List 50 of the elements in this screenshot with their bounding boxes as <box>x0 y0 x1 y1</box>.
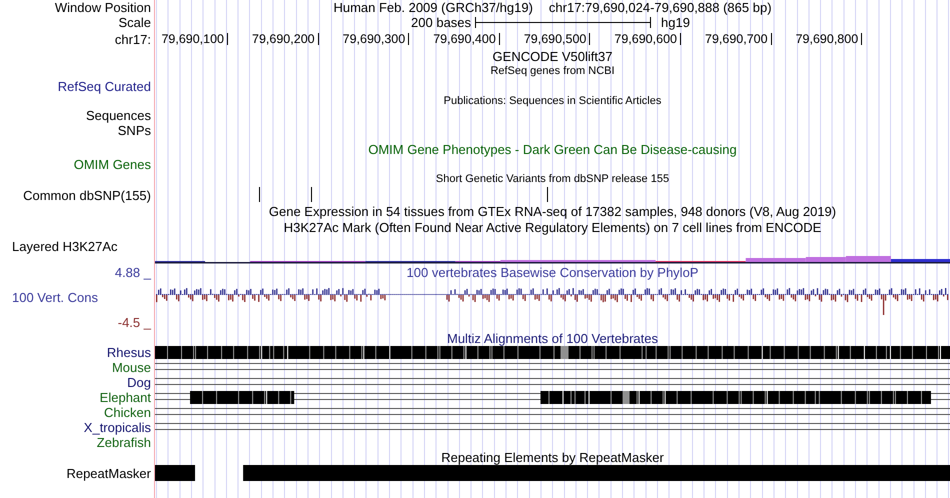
track-label[interactable]: Mouse <box>112 360 151 375</box>
track-label[interactable]: Chicken <box>104 405 151 420</box>
track-label[interactable]: Zebrafish <box>96 435 151 450</box>
scale-assembly: hg19 <box>661 16 690 29</box>
ruler-tick <box>589 33 590 45</box>
track-label[interactable]: Sequences <box>86 108 151 123</box>
track-label[interactable]: RefSeq Curated <box>58 78 151 94</box>
track-title: 100 vertebrates Basewise Conservation by PhyloP <box>406 266 698 279</box>
track-label[interactable]: Scale <box>118 15 151 30</box>
ruler-tick <box>318 33 319 45</box>
position-text: chr17:79,690,024-79,690,888 (865 bp) <box>548 1 772 14</box>
ruler-tick-label: 79,690,700 <box>705 32 769 46</box>
assembly-name: Human Feb. 2009 (GRCh37/hg19) <box>333 1 533 14</box>
track-title: OMIM Gene Phenotypes - Dark Green Can Be Disease-causing <box>368 142 737 157</box>
track-label[interactable]: Window Position <box>54 0 151 15</box>
axis-max-label: 4.88 _ <box>114 265 151 280</box>
ruler-tick <box>861 33 862 45</box>
track-title: Publications: Sequences in Scientific Articles <box>444 96 662 106</box>
ruler-tick-label: 79,690,300 <box>342 32 406 46</box>
ruler-tick <box>408 33 410 45</box>
track-label[interactable]: X_tropicalis <box>84 420 151 435</box>
track-label[interactable]: SNPs <box>118 122 151 138</box>
track-label[interactable]: Rhesus <box>106 345 151 360</box>
ruler-tick <box>680 33 681 45</box>
ruler-tick-label: 79,690,500 <box>524 32 588 46</box>
ruler-tick <box>770 33 772 45</box>
track-label[interactable]: Layered H3K27Ac <box>12 239 118 254</box>
track-label[interactable]: Elephant <box>100 390 151 405</box>
track-label[interactable]: OMIM Genes <box>74 157 151 172</box>
track-title: Short Genetic Variants from dbSNP release 155 <box>436 174 670 185</box>
ruler-tick <box>227 33 228 45</box>
track-label[interactable]: Dog <box>127 375 151 390</box>
track-label[interactable]: RepeatMasker <box>66 466 151 480</box>
track-title: Multiz Alignments of 100 Vertebrates <box>446 332 658 344</box>
track-label[interactable]: chr17: <box>114 32 151 46</box>
ruler-tick <box>498 33 500 45</box>
track-title: H3K27Ac Mark (Often Found Near Active Regulatory Elements) on 7 cell lines from ENCODE <box>284 221 822 234</box>
ruler-tick-label: 79,690,100 <box>161 32 225 46</box>
track-label[interactable]: 100 Vert. Cons <box>12 290 98 304</box>
scale-length: 200 bases <box>411 16 472 29</box>
ruler-tick-label: 79,690,200 <box>252 32 316 46</box>
track-title: Gene Expression in 54 tissues from GTEx RNA-seq of 17382 samples, 948 donors (V8, Aug 2019) <box>268 205 836 218</box>
track-title: GENCODE V50lift37 <box>492 50 612 62</box>
track-title: RefSeq genes from NCBI <box>490 66 615 76</box>
track-label[interactable]: Common dbSNP(155) <box>23 188 151 202</box>
ruler-tick-label: 79,690,400 <box>433 32 497 46</box>
track-title: Repeating Elements by RepeatMasker <box>441 451 664 464</box>
ruler-tick-label: 79,690,800 <box>796 32 860 46</box>
axis-min-label: -4.5 _ <box>118 315 151 330</box>
ruler-tick-label: 79,690,600 <box>614 32 678 46</box>
